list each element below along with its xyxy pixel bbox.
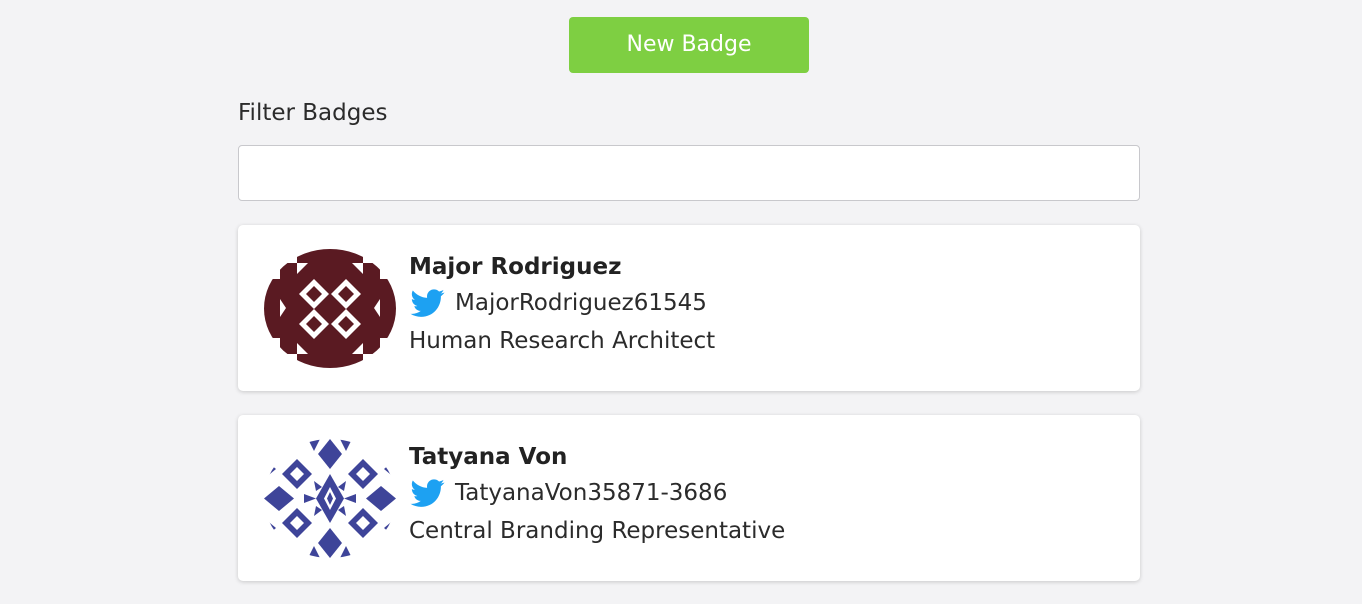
badge-job-title: Human Research Architect <box>409 328 716 354</box>
badge-twitter: MajorRodriguez61545 <box>409 283 715 323</box>
badge-list-page: New Badge Filter Badges Major Rodriguez … <box>0 0 1362 604</box>
badge-card[interactable]: Major Rodriguez MajorRodriguez61545 Huma… <box>238 225 1140 391</box>
identicon-diamonds-icon <box>264 249 396 368</box>
badge-twitter-handle: MajorRodriguez61545 <box>455 290 707 316</box>
badge-twitter-handle: TatyanaVon35871-3686 <box>455 480 728 506</box>
badge-info: Tatyana Von TatyanaVon35871-3686 Central… <box>409 441 785 549</box>
identicon-star-pattern-icon <box>264 439 396 558</box>
new-badge-button[interactable]: New Badge <box>569 17 809 73</box>
avatar <box>264 249 396 368</box>
badge-job-title: Central Branding Representative <box>409 518 786 544</box>
filter-badges-input[interactable] <box>238 145 1140 201</box>
filter-badges-label: Filter Badges <box>238 100 388 126</box>
twitter-icon <box>410 289 445 317</box>
badge-card[interactable]: Tatyana Von TatyanaVon35871-3686 Central… <box>238 415 1140 581</box>
badge-twitter: TatyanaVon35871-3686 <box>409 473 785 513</box>
badge-info: Major Rodriguez MajorRodriguez61545 Huma… <box>409 251 715 359</box>
badge-name: Major Rodriguez <box>409 254 622 280</box>
avatar <box>264 439 396 558</box>
twitter-icon <box>410 479 445 507</box>
badge-name: Tatyana Von <box>409 444 568 470</box>
